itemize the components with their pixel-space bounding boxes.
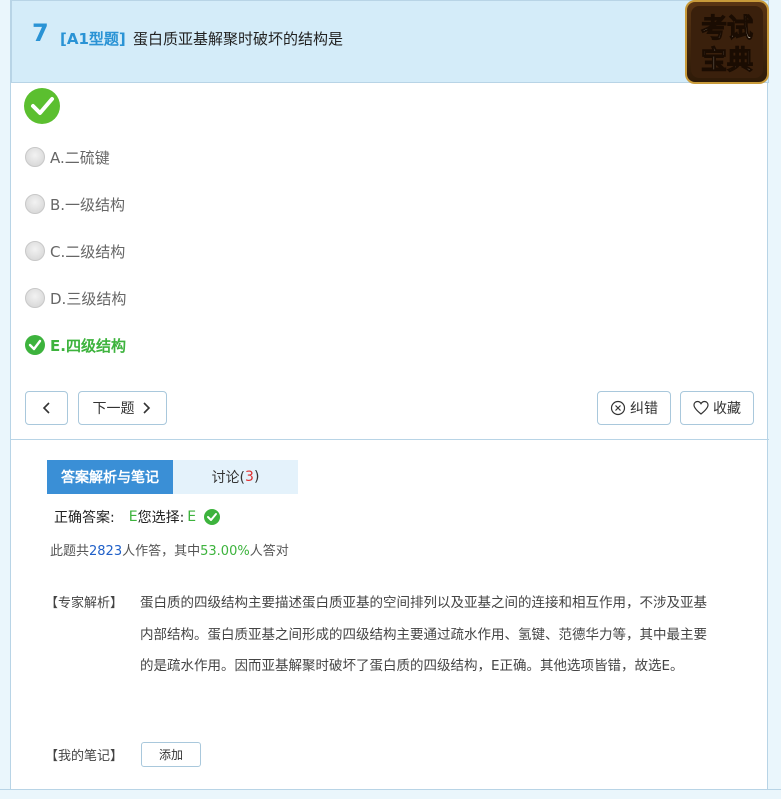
radio-icon xyxy=(25,241,45,261)
next-question-button[interactable]: 下一题 xyxy=(78,391,167,425)
option-c[interactable]: C.二级结构 xyxy=(25,239,125,263)
page-bottom-bar xyxy=(0,789,781,799)
expert-analysis-label: 【专家解析】 xyxy=(45,596,124,611)
stats-count: 2823 xyxy=(89,544,123,559)
answer-line: 正确答案: E 您选择: E xyxy=(54,507,221,527)
stats-suffix: 人答对 xyxy=(249,544,289,559)
option-label: A.二硫键 xyxy=(50,148,110,167)
correct-answer-label: 正确答案: xyxy=(54,510,115,526)
stats-prefix: 此题共 xyxy=(50,544,90,559)
chevron-right-icon xyxy=(142,402,150,414)
question-number: 7 xyxy=(32,19,49,47)
svg-text:考试: 考试 xyxy=(701,14,753,44)
prev-button[interactable] xyxy=(25,391,68,425)
expert-analysis-text: 蛋白质的四级结构主要描述蛋白质亚基的空间排列以及亚基之间的连接和相互作用，不涉及… xyxy=(140,595,707,674)
close-circle-icon xyxy=(610,400,626,416)
stats-middle: 人作答，其中 xyxy=(122,544,201,559)
question-text: 蛋白质亚基解聚时破坏的结构是 xyxy=(133,30,344,48)
app-logo: 考试 宝典 xyxy=(685,0,769,84)
tab-analysis-notes[interactable]: 答案解析与笔记 xyxy=(47,460,173,494)
section-divider xyxy=(11,439,769,440)
option-label: C.二级结构 xyxy=(50,242,126,261)
your-answer-label: 您选择: xyxy=(137,510,185,526)
next-question-label: 下一题 xyxy=(92,401,135,417)
tab-discussion-close: ) xyxy=(253,469,260,485)
favorite-label: 收藏 xyxy=(713,401,741,417)
option-label: D.三级结构 xyxy=(50,289,127,308)
option-label: E.四级结构 xyxy=(50,336,126,355)
option-a[interactable]: A.二硫键 xyxy=(25,145,110,169)
heart-icon xyxy=(693,400,709,415)
correct-answer-value: E xyxy=(128,509,138,525)
my-notes-label: 【我的笔记】 xyxy=(45,749,124,764)
option-d[interactable]: D.三级结构 xyxy=(25,286,126,310)
report-error-label: 纠错 xyxy=(630,401,658,417)
logo-image: 考试 宝典 xyxy=(691,6,763,78)
tab-analysis-label: 答案解析与笔记 xyxy=(61,470,159,486)
chevron-left-icon xyxy=(42,402,50,414)
your-answer-value: E xyxy=(187,509,197,525)
add-note-button[interactable]: 添加 xyxy=(141,742,201,767)
question-card: 7 [A1型题] 蛋白质亚基解聚时破坏的结构是 考试 宝典 A.二硫键 B.一级… xyxy=(10,0,769,799)
radio-icon xyxy=(25,147,45,167)
tab-discussion-label: 讨论( xyxy=(211,470,246,486)
check-circle-icon xyxy=(25,335,45,355)
option-e[interactable]: E.四级结构 xyxy=(25,333,126,357)
tab-discussion[interactable]: 讨论(3) xyxy=(173,460,298,494)
report-error-button[interactable]: 纠错 xyxy=(597,391,671,425)
radio-icon xyxy=(25,288,45,308)
question-header: 7 [A1型题] 蛋白质亚基解聚时破坏的结构是 xyxy=(11,0,769,83)
question-type: [A1型题] xyxy=(60,30,126,48)
check-circle-icon xyxy=(204,509,221,525)
stats-percent: 53.00% xyxy=(200,544,250,559)
answered-correct-icon xyxy=(24,88,60,124)
option-b[interactable]: B.一级结构 xyxy=(25,192,125,216)
answer-stats: 此题共2823人作答，其中53.00%人答对 xyxy=(50,540,289,559)
favorite-button[interactable]: 收藏 xyxy=(680,391,754,425)
discussion-count: 3 xyxy=(245,469,254,485)
option-label: B.一级结构 xyxy=(50,195,126,214)
add-note-label: 添加 xyxy=(158,748,183,762)
radio-icon xyxy=(25,194,45,214)
svg-text:宝典: 宝典 xyxy=(701,45,753,76)
